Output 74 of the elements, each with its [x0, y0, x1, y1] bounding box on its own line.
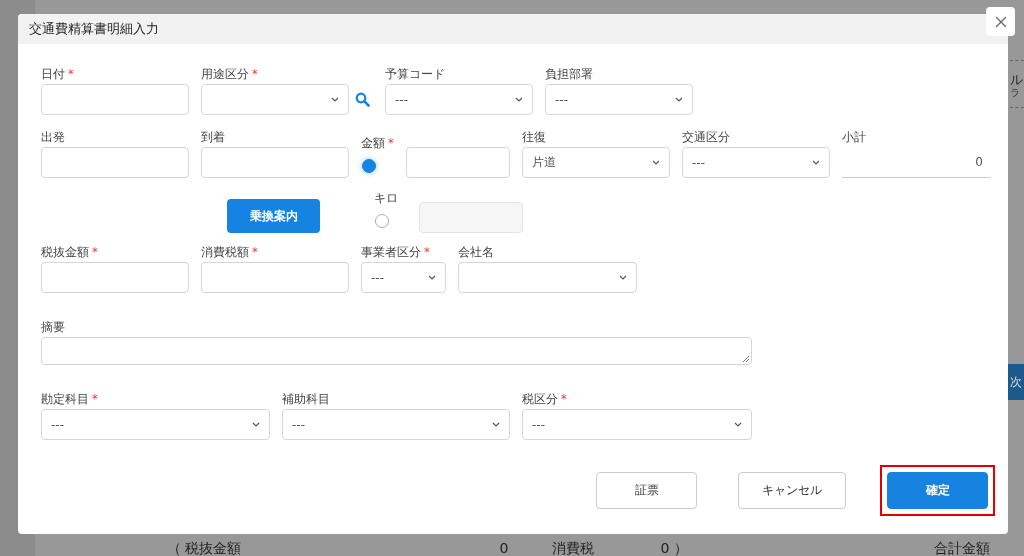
input-field[interactable]	[41, 84, 189, 115]
input-field[interactable]	[41, 147, 189, 178]
chevron-down-icon	[652, 160, 660, 165]
required-mark: *	[68, 67, 74, 81]
select-field[interactable]: ---	[385, 84, 533, 115]
dialog-button[interactable]: キャンセル	[738, 472, 846, 509]
chevron-down-icon	[812, 160, 820, 165]
field-label: 税抜金額	[41, 245, 89, 259]
chevron-down-icon	[675, 97, 683, 102]
route-search-button[interactable]: 乗換案内	[227, 199, 320, 233]
select-field[interactable]	[458, 262, 637, 293]
textarea-field[interactable]	[41, 337, 752, 365]
summary-text: 0 ）	[660, 540, 688, 556]
field-label: 到着	[201, 130, 225, 144]
side-tab-title: ル	[1010, 73, 1024, 87]
summary-text: 消費税	[552, 540, 595, 556]
field-label: 会社名	[458, 245, 494, 259]
field-label: 小計	[842, 130, 867, 144]
dialog-button[interactable]: 証票	[596, 472, 697, 509]
required-mark: *	[388, 136, 394, 150]
dialog-title: 交通費精算書明細入力	[29, 20, 159, 38]
required-mark: *	[92, 392, 98, 406]
select-field[interactable]: ---	[682, 147, 830, 178]
close-icon	[994, 15, 1007, 28]
chevron-down-icon	[252, 422, 260, 427]
field-label: 補助科目	[282, 392, 330, 406]
summary-text: 0	[499, 540, 509, 556]
select-field[interactable]: ---	[522, 409, 752, 440]
resize-grip-icon	[743, 356, 749, 362]
select-field[interactable]: ---	[282, 409, 510, 440]
select-field[interactable]: 片道	[522, 147, 670, 178]
radio-button[interactable]	[362, 159, 376, 173]
subtotal-field: 0	[842, 147, 991, 178]
summary-text: 合計金額	[933, 540, 990, 556]
input-field[interactable]	[201, 147, 349, 178]
field-label: 出発	[41, 130, 65, 144]
field-label: 負担部署	[545, 67, 593, 81]
select-field[interactable]: ---	[545, 84, 693, 115]
select-field[interactable]: ---	[41, 409, 270, 440]
chevron-down-icon	[619, 275, 627, 280]
field-label: 摘要	[41, 320, 65, 334]
chevron-down-icon	[515, 97, 523, 102]
field-label: 往復	[522, 130, 546, 144]
field-label: 事業者区分	[361, 245, 421, 259]
select-field[interactable]: ---	[361, 262, 446, 293]
required-mark: *	[92, 245, 98, 259]
field-label: 金額	[361, 136, 385, 150]
chevron-down-icon	[492, 422, 500, 427]
required-mark: *	[252, 245, 258, 259]
field-label: 日付	[41, 67, 65, 81]
input-field[interactable]	[406, 147, 510, 178]
required-mark: *	[252, 67, 258, 81]
field-label: 消費税額	[201, 245, 249, 259]
input-field[interactable]	[41, 262, 189, 293]
summary-text: （ 税抜金額	[167, 540, 242, 556]
field-label: 勘定科目	[41, 392, 89, 406]
field-label: 用途区分	[201, 67, 249, 81]
next-button[interactable]: 次	[1008, 364, 1024, 400]
chevron-down-icon	[734, 422, 742, 427]
search-icon[interactable]	[355, 92, 370, 107]
field-label: 交通区分	[682, 130, 730, 144]
side-tab-subtitle: ラ	[1010, 87, 1021, 99]
chevron-down-icon	[428, 275, 436, 280]
required-mark: *	[424, 245, 430, 259]
field-label: 税区分	[522, 392, 558, 406]
field-label: 予算コード	[385, 67, 445, 81]
select-field[interactable]	[201, 84, 349, 115]
input-field[interactable]	[201, 262, 349, 293]
dialog-button[interactable]: 確定	[887, 472, 988, 509]
required-mark: *	[561, 392, 567, 406]
chevron-down-icon	[331, 97, 339, 102]
field-label: キロ	[374, 191, 398, 205]
side-tab[interactable]: ル ラ	[1010, 60, 1024, 108]
close-button[interactable]	[986, 7, 1015, 36]
